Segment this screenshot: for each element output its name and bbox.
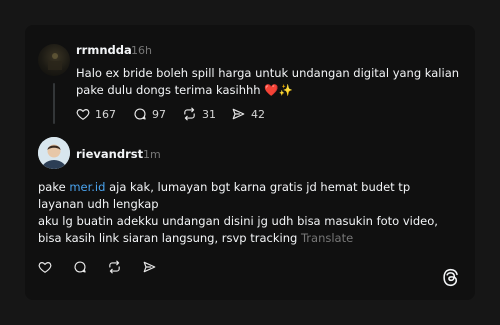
threads-logo-icon [443,268,458,287]
repost-icon [184,107,195,121]
reply-text: pake mer.id aja kak, lumayan bgt karna g… [38,179,458,247]
translate-link[interactable]: Translate [301,231,353,245]
heart-icon [38,262,52,273]
reply-timestamp: 1m [143,148,161,161]
thread-card: rrmndda 16h Halo ex bride boleh spill ha… [25,25,475,300]
comment-icon [74,261,86,273]
heart-icon [76,109,90,120]
reply-username[interactable]: rievandrst [76,147,143,161]
repost-count: 31 [202,107,216,121]
threads-logo-button[interactable] [442,268,459,291]
share-button[interactable]: 42 [231,107,265,121]
send-icon [232,108,245,120]
post-username[interactable]: rrmndda [76,43,132,57]
reply-text-line2: aku lg buatin adekku undangan disini jg … [38,214,438,245]
avatar[interactable] [38,137,70,169]
reply-like-button[interactable] [38,259,52,278]
reply-repost-button[interactable] [107,259,122,278]
comment-icon [134,108,146,120]
post-timestamp: 16h [131,44,152,57]
post-text: Halo ex bride boleh spill harga untuk un… [76,66,460,97]
repost-button[interactable]: 31 [182,107,216,121]
reply-count: 97 [152,107,166,121]
reply-link[interactable]: mer.id [69,180,105,194]
reply-text-start: pake [38,180,70,194]
like-count: 167 [95,107,116,121]
send-icon [143,261,156,273]
repost-icon [109,260,120,274]
avatar[interactable] [38,44,70,76]
thread-connector-line [53,83,55,124]
reply-button[interactable]: 97 [133,107,166,121]
reply-share-button[interactable] [142,259,157,278]
like-button[interactable]: 167 [76,107,116,121]
reply-comment-button[interactable] [73,259,87,278]
share-count: 42 [251,107,265,121]
